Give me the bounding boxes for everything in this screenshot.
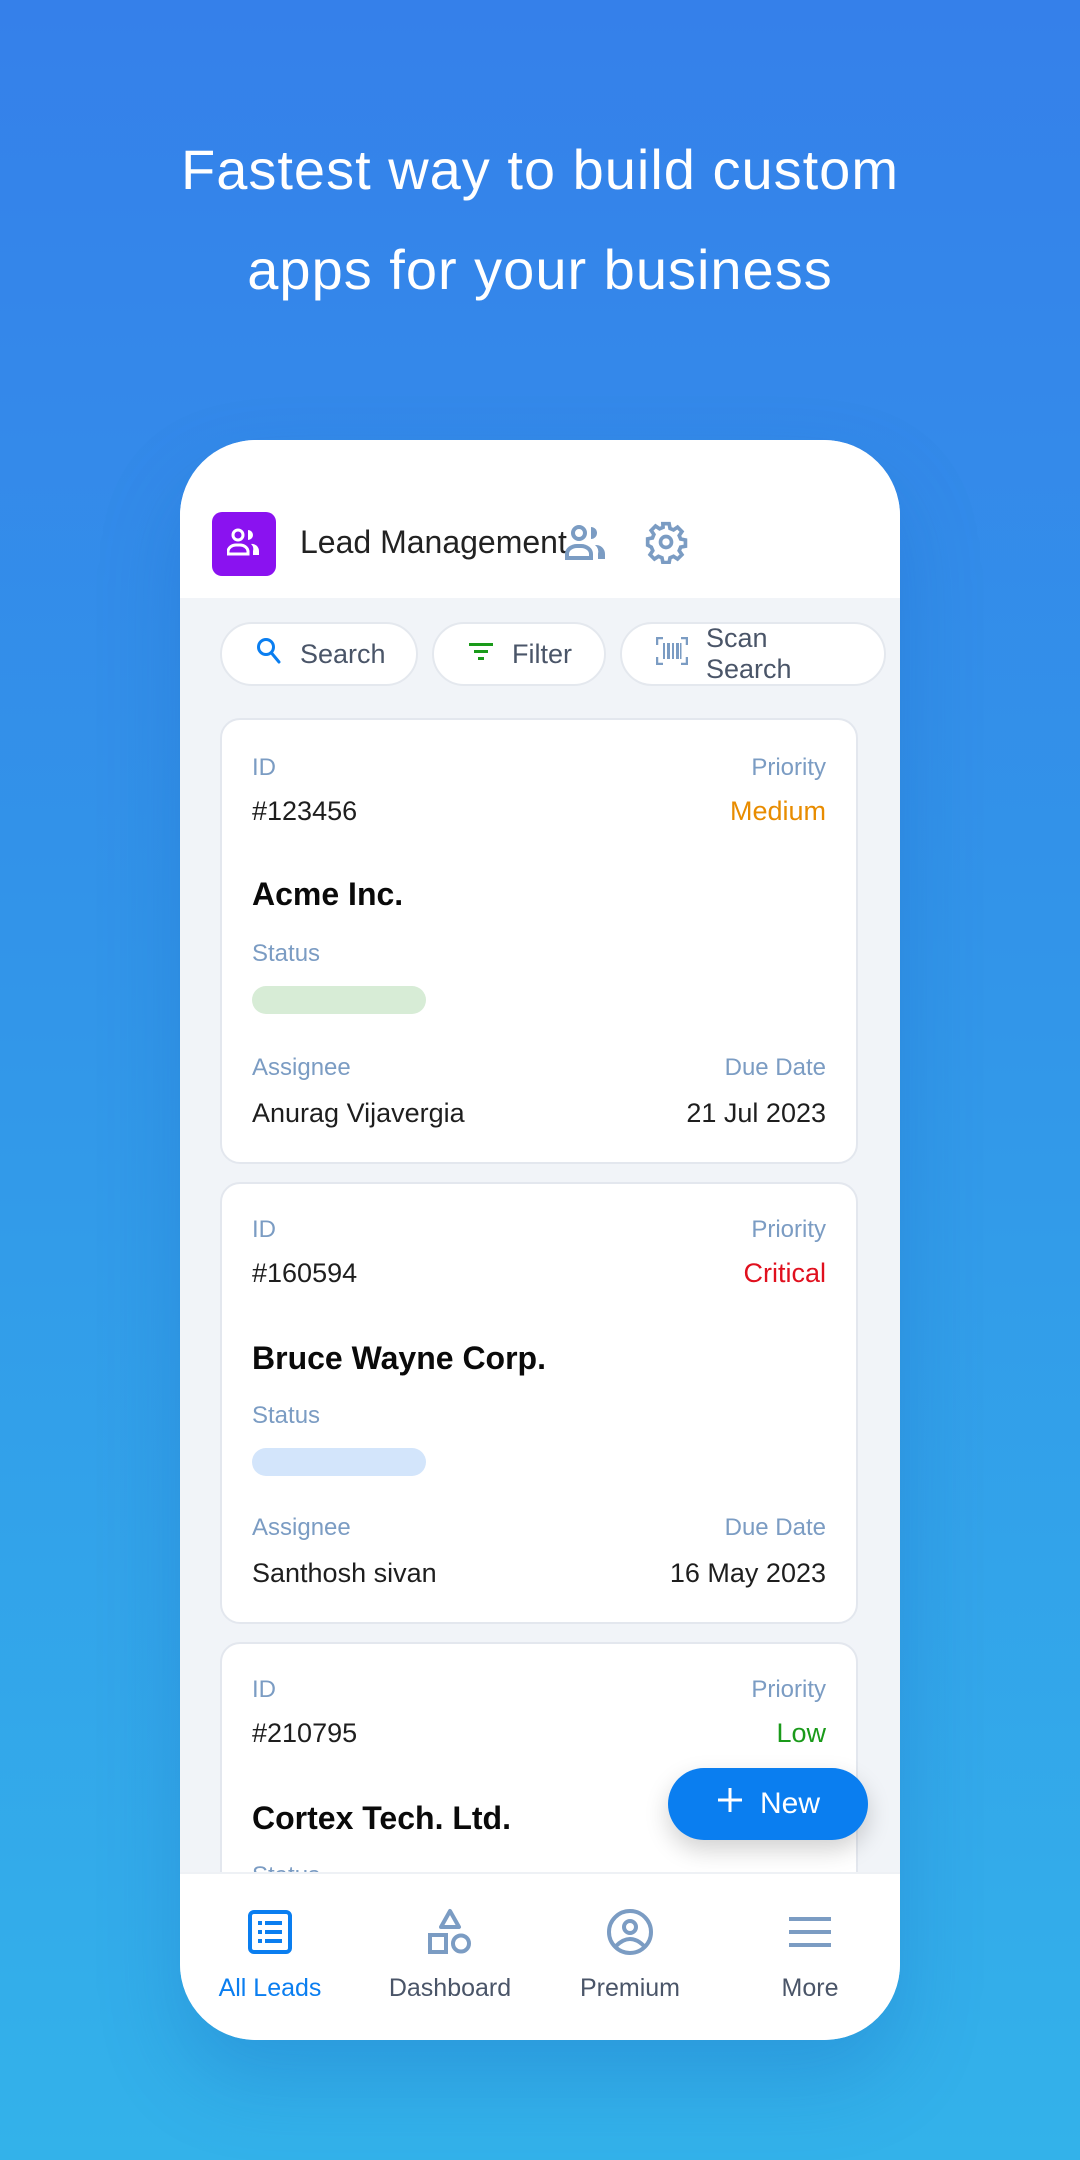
lead-id: #123456: [252, 796, 358, 826]
toolbar: Search Filter Scan Search: [220, 622, 886, 690]
nav-label: All Leads: [218, 1974, 322, 2002]
assignee-label: Assignee: [252, 1514, 351, 1541]
new-lead-label: New: [759, 1787, 820, 1820]
id-label: ID: [252, 754, 276, 781]
scan-search-label: Scan Search: [706, 623, 792, 684]
filter-label: Filter: [512, 638, 572, 669]
scan-search-button[interactable]: Scan Search: [620, 622, 886, 686]
id-label: ID: [252, 1676, 276, 1703]
priority-value: Critical: [743, 1258, 826, 1288]
lead-card[interactable]: ID Priority #123456 Medium Acme Inc. Sta…: [220, 718, 858, 1164]
phone-screen: Lead Management Search Filter Scan Searc…: [180, 440, 900, 2040]
gear-icon: [644, 520, 688, 569]
due-date-label: Due Date: [724, 1514, 826, 1541]
assignee-value: Santhosh sivan: [252, 1558, 437, 1588]
nav-label: Dashboard: [388, 1974, 512, 2002]
app-logo: [212, 512, 276, 576]
due-date-value: 21 Jul 2023: [686, 1098, 826, 1128]
plus-icon: [716, 1786, 744, 1822]
filter-icon: [468, 639, 494, 670]
priority-label: Priority: [751, 1676, 826, 1703]
search-button[interactable]: Search: [220, 622, 418, 686]
nav-label: More: [781, 1974, 839, 2002]
assignee-value: Anurag Vijavergia: [252, 1098, 465, 1128]
headline-line-2: apps for your business: [247, 238, 833, 301]
search-label: Search: [300, 638, 386, 669]
new-lead-button[interactable]: New: [668, 1768, 868, 1840]
menu-icon: [784, 1906, 836, 1958]
status-label: Status: [252, 940, 321, 967]
nav-item-more[interactable]: More: [720, 1874, 900, 2040]
search-icon: [256, 637, 282, 672]
app-title: Lead Management: [300, 524, 567, 560]
users-icon: [565, 524, 607, 565]
id-label: ID: [252, 1216, 276, 1243]
users-icon: [226, 527, 261, 562]
nav-label: Premium: [579, 1974, 680, 2002]
list-icon: [244, 1906, 296, 1958]
lead-id: #210795: [252, 1718, 358, 1748]
headline-line-1: Fastest way to build custom: [181, 138, 899, 201]
priority-value: Medium: [729, 796, 826, 826]
bottom-nav: All Leads Dashboard Premium More: [180, 1872, 900, 2040]
barcode-scan-icon: [655, 636, 689, 672]
priority-label: Priority: [751, 754, 826, 781]
settings-button[interactable]: [642, 520, 690, 568]
status-badge: [252, 1448, 426, 1476]
assignee-label: Assignee: [252, 1054, 351, 1081]
status-badge: [252, 986, 426, 1014]
users-button[interactable]: [562, 520, 610, 568]
nav-item-all-leads[interactable]: All Leads: [180, 1874, 360, 2040]
app-bar: Lead Management: [180, 440, 900, 598]
headline: Fastest way to build custom apps for you…: [0, 120, 1080, 320]
due-date-label: Due Date: [724, 1054, 826, 1081]
lead-card[interactable]: ID Priority #160594 Critical Bruce Wayne…: [220, 1182, 858, 1624]
lead-id: #160594: [252, 1258, 358, 1288]
account-circle-icon: [604, 1906, 656, 1958]
priority-value: Low: [776, 1718, 826, 1748]
priority-label: Priority: [751, 1216, 826, 1243]
nav-item-dashboard[interactable]: Dashboard: [360, 1874, 540, 2040]
company-name: Cortex Tech. Ltd.: [252, 1800, 511, 1836]
status-label: Status: [252, 1402, 321, 1429]
due-date-value: 16 May 2023: [669, 1558, 826, 1588]
company-name: Acme Inc.: [252, 876, 404, 912]
company-name: Bruce Wayne Corp.: [252, 1340, 546, 1376]
nav-item-premium[interactable]: Premium: [540, 1874, 720, 2040]
shapes-icon: [424, 1906, 476, 1958]
filter-button[interactable]: Filter: [432, 622, 606, 686]
